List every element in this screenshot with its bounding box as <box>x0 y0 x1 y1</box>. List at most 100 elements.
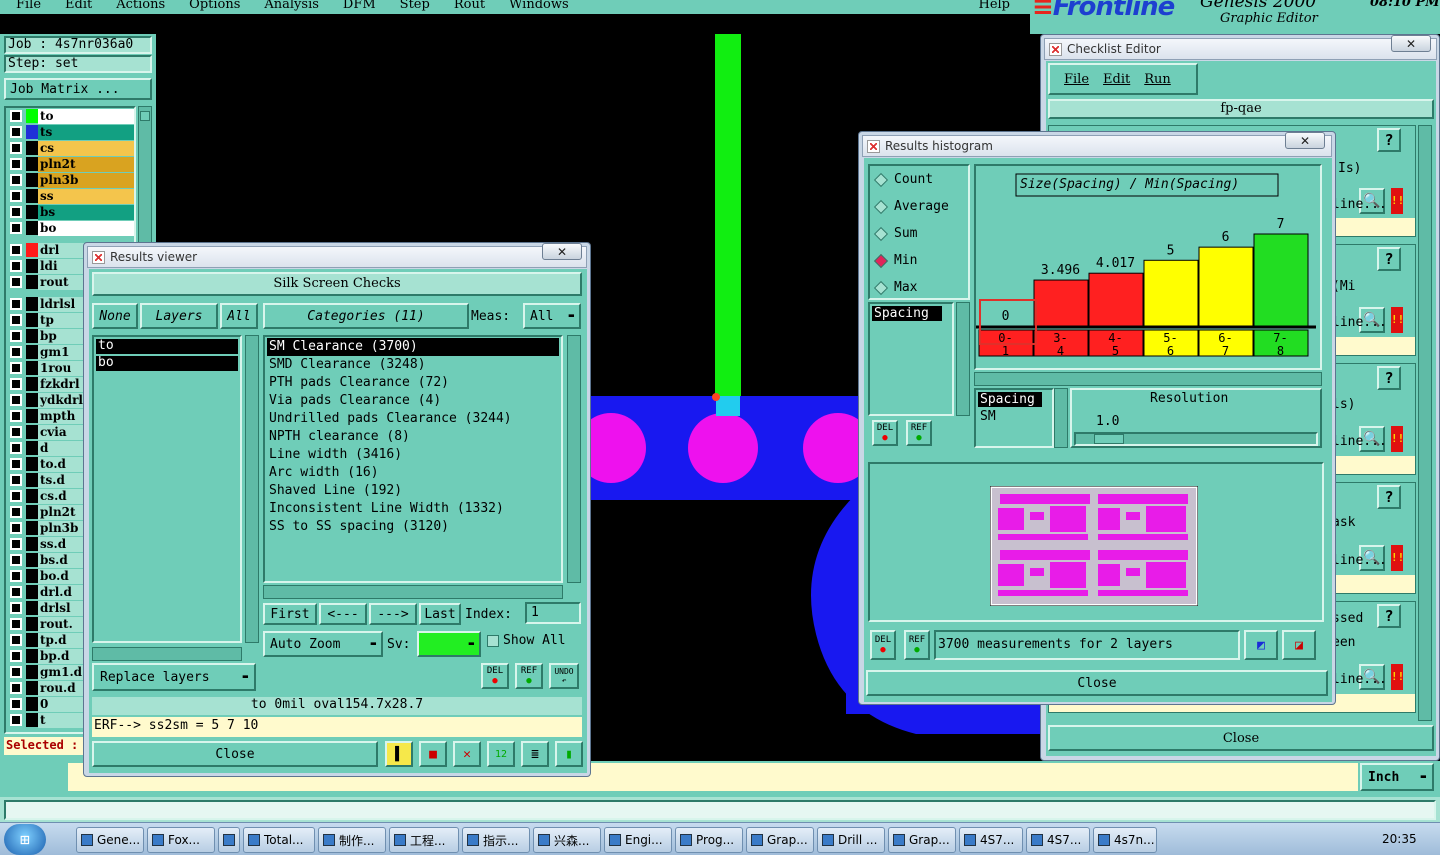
taskbar-item[interactable]: Fox... <box>147 827 215 853</box>
layer-checkbox[interactable] <box>10 490 22 502</box>
rv-layer-item[interactable]: bo <box>96 356 238 371</box>
layer-checkbox[interactable] <box>10 190 22 202</box>
del-button[interactable]: DEL ● <box>481 663 509 689</box>
checklist-close-button[interactable]: Close <box>1048 725 1434 751</box>
category-item[interactable]: NPTH clearance (8) <box>267 428 559 446</box>
layer-checkbox[interactable] <box>10 110 22 122</box>
categories-button[interactable]: Categories (11) <box>263 303 469 329</box>
ref-button[interactable]: REF ● <box>515 663 543 689</box>
category-item[interactable]: Inconsistent Line Width (1332) <box>267 500 559 518</box>
help-icon[interactable]: ? <box>1377 366 1401 390</box>
layer-row[interactable]: ts <box>6 124 134 140</box>
rv-layer-item[interactable]: to <box>96 339 238 354</box>
layer-row[interactable]: cs <box>6 140 134 156</box>
histogram-hscroll[interactable] <box>974 372 1322 386</box>
help-icon[interactable]: ? <box>1377 128 1401 152</box>
spacing-item[interactable]: Spacing <box>978 392 1042 407</box>
numbers-icon[interactable]: 12 <box>487 741 515 767</box>
option-max[interactable]: Max <box>870 274 968 301</box>
layer-row[interactable]: bs <box>6 204 134 220</box>
layer-row[interactable]: pln3b <box>6 172 134 188</box>
close-icon[interactable]: ✕ <box>1391 35 1431 52</box>
menu-windows[interactable]: Windows <box>509 0 569 12</box>
close-icon[interactable]: ✕ <box>1285 132 1325 149</box>
help-icon[interactable]: ? <box>1377 485 1401 509</box>
option-min[interactable]: Min <box>870 247 968 274</box>
checklist-scrollbar[interactable] <box>1418 125 1432 721</box>
resolution-slider[interactable] <box>1074 432 1318 446</box>
radio-icon[interactable] <box>873 253 889 268</box>
layer-checkbox[interactable] <box>10 698 22 710</box>
taskbar-item[interactable]: 4S7... <box>959 827 1023 853</box>
start-button[interactable]: ⊞ <box>4 824 46 855</box>
spacing-list[interactable]: Spacing SM <box>974 388 1054 448</box>
taskbar-item[interactable]: 兴森... <box>533 827 601 853</box>
layer-checkbox[interactable] <box>10 276 22 288</box>
replace-layers-select[interactable]: Replace layers ▬ <box>92 663 256 691</box>
next-button[interactable]: ---> <box>369 603 417 625</box>
hist-del-button[interactable]: DEL ● <box>872 420 898 446</box>
category-item[interactable]: Via pads Clearance (4) <box>267 392 559 410</box>
meas-select[interactable]: All ▬ <box>523 303 581 329</box>
layer-select-hscroll[interactable] <box>92 647 242 661</box>
taskbar-item[interactable]: 指示... <box>462 827 530 853</box>
menu-analysis[interactable]: Analysis <box>264 0 319 12</box>
unit-select[interactable]: Inch ▬ <box>1360 763 1434 791</box>
layer-checkbox[interactable] <box>10 570 22 582</box>
layer-checkbox[interactable] <box>10 634 22 646</box>
category-list[interactable]: SM Clearance (3700) SMD Clearance (3248) P… <box>263 335 563 583</box>
layer-checkbox[interactable] <box>10 554 22 566</box>
layer-checkbox[interactable] <box>10 650 22 662</box>
arrow-icon[interactable]: ■ <box>419 741 447 767</box>
layer-checkbox[interactable] <box>10 506 22 518</box>
layer-checkbox[interactable] <box>10 458 22 470</box>
undo-button[interactable]: UNDO ↶ <box>549 663 579 689</box>
layer-select-scrollbar[interactable] <box>245 335 259 643</box>
layer-checkbox[interactable] <box>10 222 22 234</box>
spacing-scrollbar[interactable] <box>1054 388 1068 448</box>
option-average[interactable]: Average <box>870 193 968 220</box>
taskbar-item[interactable]: 工程... <box>389 827 459 853</box>
histogram-close-button[interactable]: Close <box>866 670 1328 696</box>
category-item[interactable]: Shaved Line (192) <box>267 482 559 500</box>
measure-list-scrollbar[interactable] <box>956 302 970 416</box>
menu-edit[interactable]: Edit <box>1103 72 1130 87</box>
category-hscroll[interactable] <box>263 585 563 599</box>
layer-checkbox[interactable] <box>10 410 22 422</box>
report-icon[interactable]: ≣ <box>521 741 549 767</box>
measure-list-item[interactable]: Spacing <box>872 306 942 321</box>
category-item[interactable]: Line width (3416) <box>267 446 559 464</box>
layer-checkbox[interactable] <box>10 714 22 726</box>
layers-button[interactable]: Layers <box>140 303 218 329</box>
category-item[interactable]: SMD Clearance (3248) <box>267 356 559 374</box>
layer-checkbox[interactable] <box>10 474 22 486</box>
layer-checkbox[interactable] <box>10 378 22 390</box>
layer-checkbox[interactable] <box>10 522 22 534</box>
close-button[interactable]: Close <box>92 741 378 767</box>
taskbar-item[interactable]: Total... <box>243 827 315 853</box>
layer-checkbox[interactable] <box>10 618 22 630</box>
layer-checkbox[interactable] <box>10 586 22 598</box>
layer-checkbox[interactable] <box>10 158 22 170</box>
menu-file[interactable]: File <box>1064 72 1089 87</box>
option-count[interactable]: Count <box>870 166 968 193</box>
show-all-checkbox[interactable] <box>487 635 499 647</box>
layer-checkbox[interactable] <box>10 206 22 218</box>
category-item[interactable]: PTH pads Clearance (72) <box>267 374 559 392</box>
first-button[interactable]: First <box>263 603 317 625</box>
measure-list[interactable]: Spacing <box>868 302 954 416</box>
taskbar-item[interactable] <box>218 827 240 853</box>
prev-button[interactable]: <--- <box>319 603 367 625</box>
taskbar-item[interactable]: Engi... <box>604 827 672 853</box>
radio-icon[interactable] <box>873 280 889 295</box>
none-button[interactable]: None <box>92 303 138 329</box>
layer-checkbox[interactable] <box>10 346 22 358</box>
option-sum[interactable]: Sum <box>870 220 968 247</box>
layer-checkbox[interactable] <box>10 260 22 272</box>
radio-icon[interactable] <box>873 172 889 187</box>
layer-checkbox[interactable] <box>10 362 22 374</box>
taskbar-item[interactable]: Drill ... <box>817 827 885 853</box>
menu-edit[interactable]: Edit <box>65 0 92 12</box>
menu-run[interactable]: Run <box>1144 72 1171 87</box>
radio-icon[interactable] <box>873 199 889 214</box>
